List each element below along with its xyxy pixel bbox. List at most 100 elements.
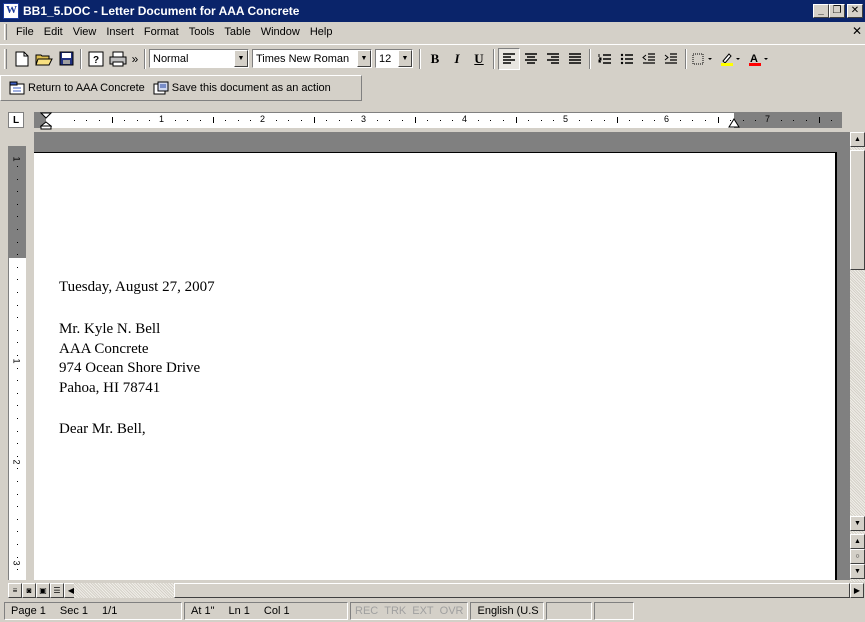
recipient-name[interactable]: Mr. Kyle N. Bell: [59, 319, 160, 339]
font-size-dropdown[interactable]: 12 ▼: [375, 49, 413, 68]
scroll-thumb[interactable]: [850, 150, 865, 270]
save-as-action-button[interactable]: Save this document as an action: [149, 77, 335, 99]
horizontal-scroll-thumb[interactable]: [174, 583, 850, 598]
outline-view-icon[interactable]: ☰: [50, 583, 64, 598]
status-page-count: 1/1: [102, 605, 118, 617]
chevron-down-icon[interactable]: ▼: [234, 50, 248, 67]
vertical-scrollbar[interactable]: ▲ ▼ ▲ ○ ▼: [850, 132, 865, 582]
title-bar: BB1_5.DOC - Letter Document for AAA Conc…: [0, 0, 865, 22]
status-position-cell: Page 1 Sec 1 1/1: [4, 602, 182, 620]
vertical-ruler-tick: [17, 481, 18, 482]
scroll-right-icon[interactable]: ▶: [850, 583, 864, 598]
borders-icon[interactable]: [690, 48, 718, 70]
ruler-tick: [149, 120, 151, 121]
indent-marker-icon[interactable]: [40, 112, 52, 130]
status-ovr[interactable]: OVR: [440, 605, 464, 617]
ruler-tick: [300, 120, 302, 121]
style-dropdown[interactable]: Normal ▼: [149, 49, 249, 68]
vertical-ruler[interactable]: 1 1 2 3: [8, 146, 26, 580]
normal-view-icon[interactable]: ≡: [8, 583, 22, 598]
document-close-button[interactable]: ✕: [852, 24, 862, 38]
letter-date[interactable]: Tuesday, August 27, 2007: [59, 277, 215, 297]
web-layout-view-icon[interactable]: ◙: [22, 583, 36, 598]
recipient-street[interactable]: 974 Ocean Shore Drive: [59, 358, 200, 378]
scroll-down-icon[interactable]: ▼: [850, 516, 865, 531]
numbering-icon[interactable]: [594, 48, 616, 70]
status-cursor-cell: At 1" Ln 1 Col 1: [184, 602, 348, 620]
ruler-tick: [338, 120, 340, 121]
status-language[interactable]: English (U.S: [470, 602, 545, 620]
vertical-ruler-tick: [17, 556, 18, 558]
horizontal-scrollbar[interactable]: [74, 583, 850, 598]
align-left-icon[interactable]: [498, 47, 520, 70]
recipient-city[interactable]: Pahoa, HI 78741: [59, 378, 160, 398]
ruler-tick: [679, 120, 681, 121]
bold-button[interactable]: B: [424, 48, 446, 70]
document-page[interactable]: Tuesday, August 27, 2007 Mr. Kyle N. Bel…: [34, 152, 837, 580]
decrease-indent-icon[interactable]: [638, 48, 660, 70]
minimize-button[interactable]: _: [813, 4, 829, 18]
chevron-down-icon[interactable]: ▼: [398, 50, 412, 67]
status-rec[interactable]: REC: [355, 605, 378, 617]
salutation[interactable]: Dear Mr. Bell,: [59, 419, 146, 439]
justify-icon[interactable]: [564, 48, 586, 70]
menu-tools[interactable]: Tools: [184, 23, 220, 41]
horizontal-ruler[interactable]: 1 2 3 4 5 6 7: [34, 112, 842, 130]
align-right-icon[interactable]: [542, 48, 564, 70]
document-workspace: Tuesday, August 27, 2007 Mr. Kyle N. Bel…: [34, 132, 850, 580]
print-layout-view-icon[interactable]: ▣: [36, 583, 50, 598]
formatting-toolbar: ? » Normal ▼ Times New Roman ▼ 12 ▼ B I …: [0, 44, 865, 72]
vertical-ruler-tick: [17, 405, 18, 407]
menu-view[interactable]: View: [68, 23, 102, 41]
toolbar-grip[interactable]: [4, 48, 7, 69]
menu-insert[interactable]: Insert: [101, 23, 139, 41]
word-document-icon[interactable]: [3, 3, 19, 19]
print-icon[interactable]: [107, 48, 129, 70]
toolbar-overflow-button[interactable]: »: [129, 48, 141, 70]
return-to-aaa-concrete-button[interactable]: Return to AAA Concrete: [5, 77, 149, 99]
bullets-icon[interactable]: [616, 48, 638, 70]
font-dropdown[interactable]: Times New Roman ▼: [252, 49, 372, 68]
font-color-icon[interactable]: A: [746, 48, 774, 70]
new-document-icon[interactable]: [11, 48, 33, 70]
menu-format[interactable]: Format: [139, 23, 184, 41]
vertical-ruler-tick: [17, 292, 18, 293]
ruler-tick: [351, 120, 353, 121]
tab-selector[interactable]: L: [8, 112, 24, 128]
select-browse-object-icon[interactable]: ○: [850, 549, 865, 564]
next-page-icon[interactable]: ▼: [850, 564, 865, 579]
menu-file[interactable]: File: [11, 23, 39, 41]
save-disk-icon[interactable]: [55, 48, 77, 70]
close-button[interactable]: ✕: [847, 4, 863, 18]
highlight-icon[interactable]: [718, 48, 746, 70]
ruler-tick: [591, 120, 593, 121]
menu-table[interactable]: Table: [219, 23, 255, 41]
previous-page-icon[interactable]: ▲: [850, 534, 865, 549]
menu-window[interactable]: Window: [256, 23, 305, 41]
ruler-tick: [641, 120, 643, 121]
vertical-ruler-number: 1: [11, 358, 22, 364]
ruler-half-tick: [717, 117, 719, 123]
menu-grip[interactable]: [4, 24, 7, 40]
ruler-tick: [439, 120, 441, 121]
align-center-icon[interactable]: [520, 48, 542, 70]
scroll-up-icon[interactable]: ▲: [850, 132, 865, 147]
ruler-half-tick: [515, 117, 517, 123]
ruler-tick: [704, 120, 706, 121]
menu-edit[interactable]: Edit: [39, 23, 68, 41]
open-folder-icon[interactable]: [33, 48, 55, 70]
restore-button[interactable]: ❐: [829, 4, 845, 18]
status-ext[interactable]: EXT: [412, 605, 433, 617]
underline-button[interactable]: U: [468, 48, 490, 70]
return-icon: [9, 81, 25, 95]
vertical-ruler-tick: [17, 468, 18, 470]
menu-help[interactable]: Help: [305, 23, 338, 41]
ruler-tick: [490, 120, 492, 121]
recipient-company[interactable]: AAA Concrete: [59, 339, 149, 359]
chevron-down-icon[interactable]: ▼: [357, 50, 371, 67]
help-icon[interactable]: ?: [85, 48, 107, 70]
increase-indent-icon[interactable]: [660, 48, 682, 70]
vertical-ruler-number: 3: [11, 560, 22, 566]
status-trk[interactable]: TRK: [384, 605, 406, 617]
italic-button[interactable]: I: [446, 48, 468, 70]
